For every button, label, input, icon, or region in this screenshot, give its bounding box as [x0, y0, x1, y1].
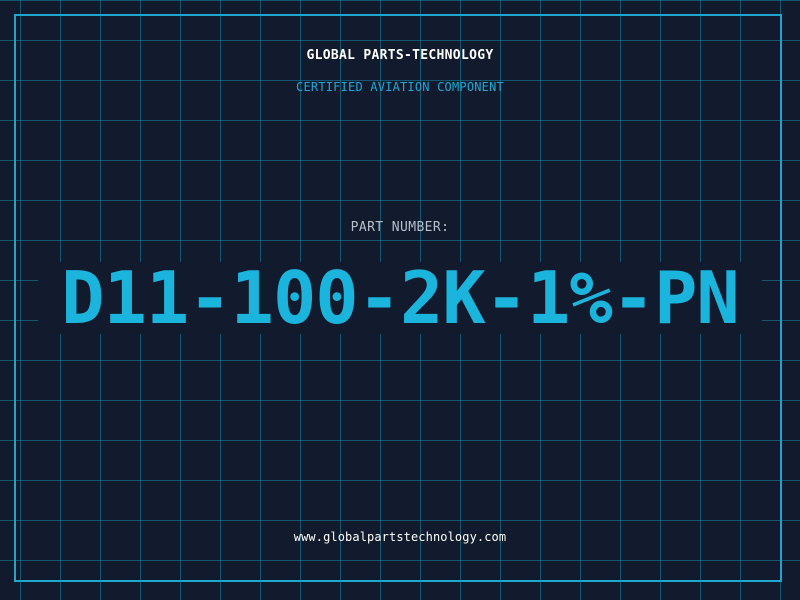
company-name: GLOBAL PARTS-TECHNOLOGY: [306, 48, 494, 63]
part-label-card: GLOBAL PARTS-TECHNOLOGY CERTIFIED AVIATI…: [0, 0, 800, 600]
certification-subtitle: CERTIFIED AVIATION COMPONENT: [296, 80, 504, 94]
website-url: www.globalpartstechnology.com: [293, 530, 507, 544]
part-number-label: PART NUMBER:: [350, 220, 450, 235]
part-number-value: D11-100-2K-1%-PN: [61, 256, 740, 340]
